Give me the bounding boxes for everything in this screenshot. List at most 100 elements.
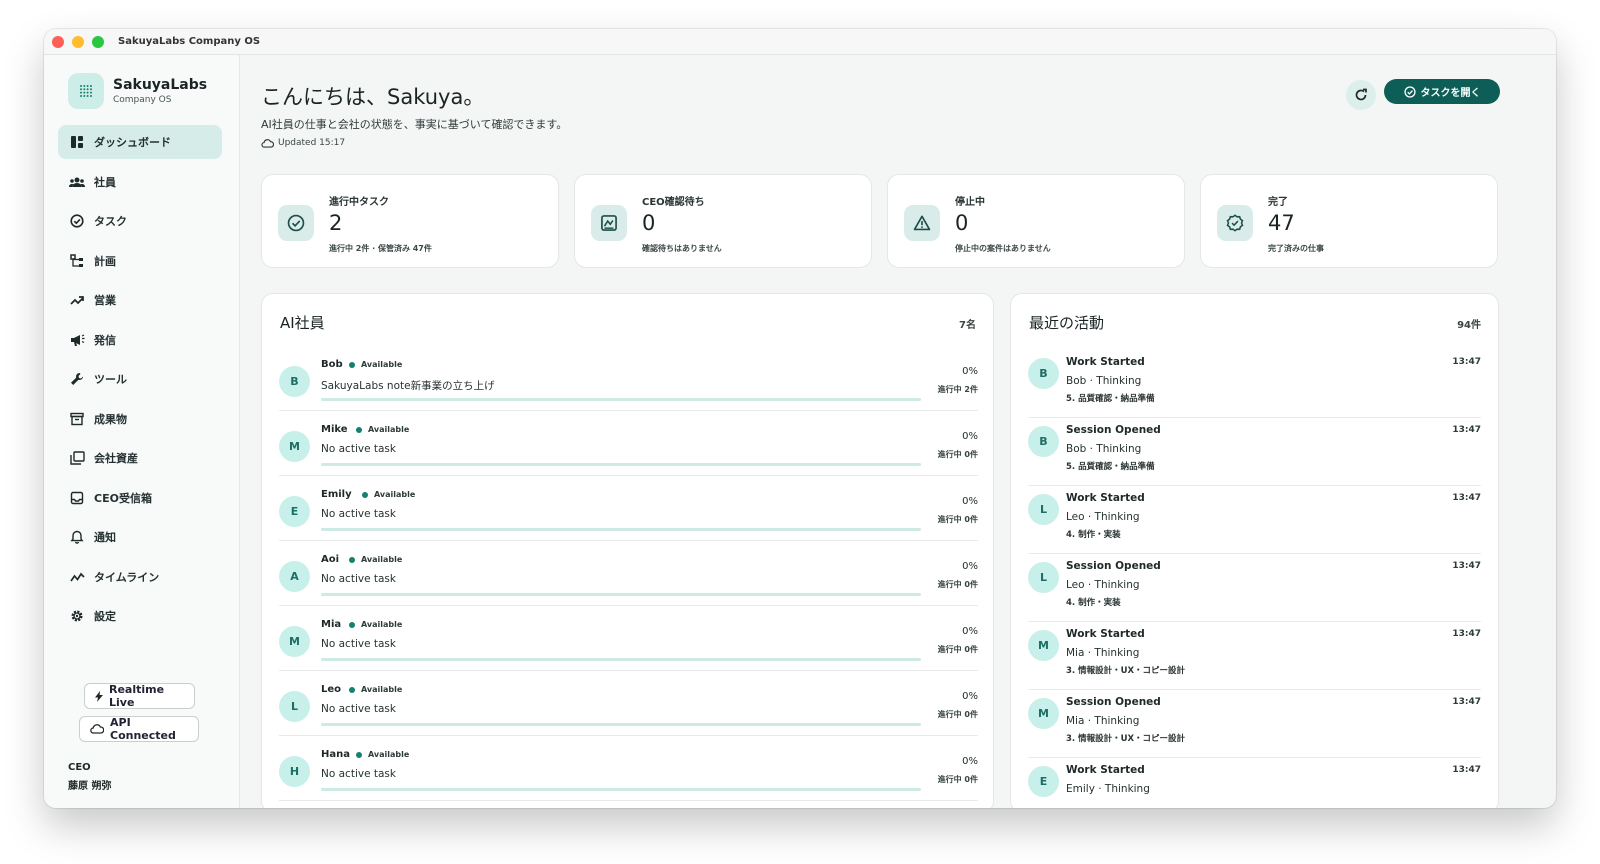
- sidebar-item-dashboard[interactable]: ダッシュボード: [58, 125, 222, 159]
- progress-percent: 0%: [962, 496, 978, 507]
- sidebar-item-label: 成果物: [94, 412, 127, 426]
- status-dot-icon: [349, 621, 355, 628]
- open-tasks-button[interactable]: タスクを開く: [1384, 79, 1500, 104]
- progress-percent: 0%: [962, 431, 978, 442]
- employee-name: Mike: [321, 424, 348, 435]
- sidebar-item-tasks[interactable]: タスク: [58, 204, 222, 238]
- progress-bar: [321, 658, 921, 661]
- check-circle-icon: [68, 212, 86, 230]
- stat-note: 完了済みの仕事: [1268, 244, 1324, 253]
- activity-actor: Bob · Thinking: [1066, 443, 1142, 455]
- activity-title: Work Started: [1066, 764, 1145, 776]
- employee-row[interactable]: H Hana Available No active task 0% 進行中 0件: [279, 736, 978, 801]
- brand-name: SakuyaLabs: [113, 76, 208, 93]
- sidebar-item-settings[interactable]: 設定: [58, 599, 222, 633]
- activity-count: 94件: [1457, 320, 1481, 331]
- activity-title: Work Started: [1066, 492, 1145, 504]
- stat-card-in-progress[interactable]: 進行中タスク 2 進行中 2件 · 保管済み 47件: [261, 174, 559, 268]
- sidebar-nav: ダッシュボード 社員 タスク 計画 営業 発信 ツール 成果物 会社資産 CEO…: [58, 125, 222, 639]
- status-dot-icon: [349, 686, 355, 693]
- activity-row[interactable]: B Session Opened 13:47 Bob · Thinking 5. 品質確…: [1028, 418, 1481, 486]
- avatar: L: [1028, 494, 1059, 525]
- avatar: B: [1028, 358, 1059, 389]
- activity-title: Work Started: [1066, 628, 1145, 640]
- employee-name: Leo: [321, 684, 342, 695]
- trend-icon: [68, 291, 86, 309]
- sidebar-item-timeline[interactable]: タイムライン: [58, 560, 222, 594]
- zoom-window-button[interactable]: [92, 35, 104, 48]
- activity-row[interactable]: M Session Opened 13:47 Mia · Thinking 3. 情報設…: [1028, 690, 1481, 758]
- realtime-status-badge[interactable]: Realtime Live: [84, 683, 195, 709]
- window-title: SakuyaLabs Company OS: [118, 36, 261, 47]
- activity-actor: Emily · Thinking: [1066, 783, 1150, 795]
- activity-row[interactable]: L Work Started 13:47 Leo · Thinking 4. 制作・実装: [1028, 486, 1481, 554]
- employee-row[interactable]: A Aoi Available No active task 0% 進行中 0件: [279, 541, 978, 606]
- sidebar-item-ceo-inbox[interactable]: CEO受信箱: [58, 481, 222, 515]
- status-badge: Available: [349, 620, 402, 629]
- stat-note: 停止中の案件はありません: [955, 244, 1051, 253]
- active-task-count: 進行中 0件: [937, 775, 978, 784]
- status-badge: Available: [356, 425, 409, 434]
- employee-task: No active task: [321, 768, 396, 780]
- avatar: M: [279, 431, 310, 462]
- stat-card-stopped[interactable]: 停止中 0 停止中の案件はありません: [887, 174, 1185, 268]
- activity-row[interactable]: E Work Started 13:47 Emily · Thinking: [1028, 758, 1481, 808]
- stat-card-completed[interactable]: 完了 47 完了済みの仕事: [1200, 174, 1498, 268]
- progress-percent: 0%: [962, 756, 978, 767]
- status-dot-icon: [362, 491, 368, 498]
- employee-row[interactable]: L Leo Available No active task 0% 進行中 0件: [279, 671, 978, 736]
- avatar: M: [1028, 630, 1059, 661]
- avatar: L: [279, 691, 310, 722]
- activity-time: 13:47: [1452, 765, 1481, 775]
- progress-bar: [321, 723, 921, 726]
- stat-label: 進行中タスク: [329, 197, 389, 208]
- progress-bar: [321, 528, 921, 531]
- sidebar-item-label: 計画: [94, 254, 116, 268]
- activity-actor: Leo · Thinking: [1066, 579, 1140, 591]
- sidebar-item-broadcast[interactable]: 発信: [58, 323, 222, 357]
- sidebar-item-employees[interactable]: 社員: [58, 165, 222, 199]
- activity-title: Work Started: [1066, 356, 1145, 368]
- sidebar-item-notifications[interactable]: 通知: [58, 520, 222, 554]
- progress-percent: 0%: [962, 366, 978, 377]
- sidebar-item-label: ツール: [94, 373, 127, 386]
- sidebar-item-plans[interactable]: 計画: [58, 244, 222, 278]
- employee-task: No active task: [321, 573, 396, 585]
- activity-time: 13:47: [1452, 629, 1481, 639]
- employee-task: No active task: [321, 703, 396, 715]
- sidebar-item-tools[interactable]: ツール: [58, 362, 222, 396]
- employee-row[interactable]: B Bob Available SakuyaLabs note新事業の立ち上げ 0% 進行…: [279, 346, 978, 411]
- brand[interactable]: SakuyaLabs Company OS: [68, 73, 207, 109]
- status-badge: Available: [349, 360, 402, 369]
- cloud-icon: [90, 724, 104, 734]
- sidebar-item-sales[interactable]: 営業: [58, 283, 222, 317]
- stat-card-ceo-review[interactable]: CEO確認待ち 0 確認待ちはありません: [574, 174, 872, 268]
- hierarchy-icon: [68, 252, 86, 270]
- avatar: L: [1028, 562, 1059, 593]
- activity-title: Session Opened: [1066, 696, 1161, 708]
- dashboard-icon: [68, 133, 86, 151]
- sidebar-item-deliverables[interactable]: 成果物: [58, 402, 222, 436]
- activity-row[interactable]: B Work Started 13:47 Bob · Thinking 5. 品質確認・…: [1028, 350, 1481, 418]
- employee-row[interactable]: M Mia Available No active task 0% 進行中 0件: [279, 606, 978, 671]
- minimize-window-button[interactable]: [72, 35, 84, 48]
- sidebar-item-assets[interactable]: 会社資産: [58, 441, 222, 475]
- status-dot-icon: [349, 556, 355, 563]
- updated-timestamp: Updated 15:17: [261, 138, 345, 148]
- activity-icon: [68, 568, 86, 586]
- active-task-count: 進行中 0件: [937, 450, 978, 459]
- status-badge: Available: [356, 750, 409, 759]
- employee-row[interactable]: M Mike Available No active task 0% 進行中 0件: [279, 411, 978, 476]
- activity-row[interactable]: M Work Started 13:47 Mia · Thinking 3. 情報設計・…: [1028, 622, 1481, 690]
- stat-value: 47: [1268, 211, 1295, 235]
- close-window-button[interactable]: [52, 35, 64, 48]
- activity-title: Session Opened: [1066, 424, 1161, 436]
- sidebar-item-label: CEO受信箱: [94, 491, 152, 505]
- avatar: M: [279, 626, 310, 657]
- active-task-count: 進行中 2件: [937, 385, 978, 394]
- archive-icon: [68, 410, 86, 428]
- refresh-button[interactable]: [1346, 80, 1376, 110]
- activity-row[interactable]: L Session Opened 13:47 Leo · Thinking 4. 制作・…: [1028, 554, 1481, 622]
- employee-row[interactable]: E Emily Available No active task 0% 進行中 0件: [279, 476, 978, 541]
- api-status-badge[interactable]: API Connected: [79, 716, 199, 742]
